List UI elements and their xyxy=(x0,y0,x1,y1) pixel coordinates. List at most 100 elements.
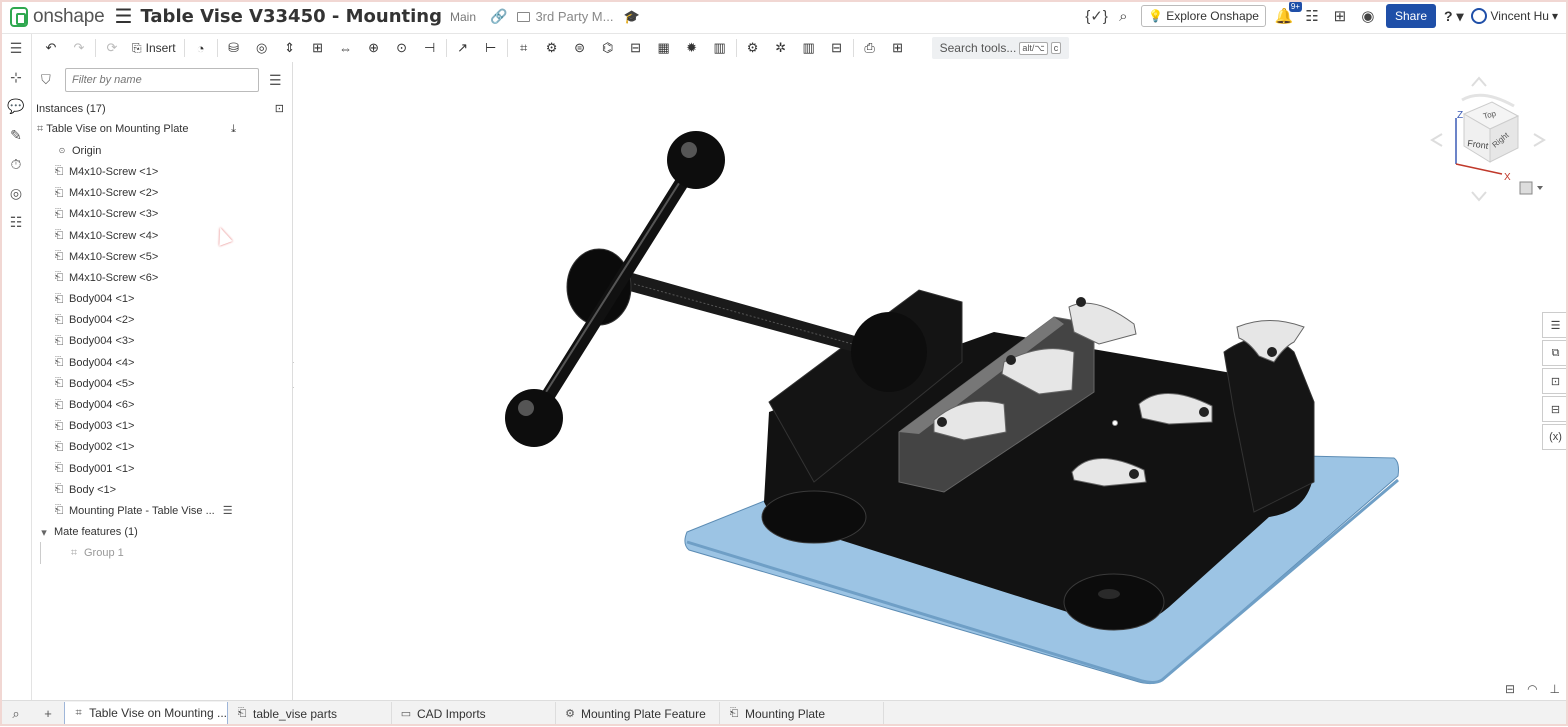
search-icon[interactable]: ⌕ xyxy=(1113,8,1133,25)
tree-item-origin[interactable]: ⊙ Origin xyxy=(33,140,292,161)
bom-icon[interactable]: ☷ xyxy=(0,208,32,237)
add-folder-icon[interactable]: ⊡ xyxy=(275,102,284,115)
user-menu[interactable]: Vincent Hu ▾ xyxy=(1471,8,1558,24)
notifications-bell-icon[interactable]: 🔔 9+ xyxy=(1274,1,1302,25)
tree-item-mate-features[interactable]: ▾ Mate features (1) xyxy=(33,522,292,543)
explode-icon[interactable]: ✹ xyxy=(678,36,706,60)
group-icon[interactable]: ⌗ xyxy=(510,36,538,60)
tree-item-part[interactable]: ⎗ Body001 <1> xyxy=(33,458,292,479)
measure-icon[interactable]: ▥ xyxy=(795,36,823,60)
configurations-icon[interactable]: ⊡ xyxy=(1542,368,1568,394)
section-icon[interactable]: ⊥ xyxy=(1550,682,1560,696)
search-tabs-icon[interactable]: ⌕ xyxy=(0,701,32,727)
tree-item-part[interactable]: ⎗ M4x10-Screw <3> xyxy=(33,204,292,225)
section-view-icon[interactable]: ▥ xyxy=(706,36,734,60)
tangent-mate-icon[interactable]: ↗ xyxy=(449,36,477,60)
tab-feature-studio[interactable]: ⚙ Mounting Plate Feature xyxy=(556,701,720,726)
tree-item-part[interactable]: ⎗ M4x10-Screw <5> xyxy=(33,246,292,267)
search-tools-input[interactable]: Search tools... alt/⌥ c xyxy=(931,37,1070,59)
pin-slot-mate-icon[interactable]: ⊕ xyxy=(360,36,388,60)
tree-item-part[interactable]: ⎗ M4x10-Screw <4> xyxy=(33,225,292,246)
pattern-icon[interactable]: ▦ xyxy=(650,36,678,60)
rack-pinion-icon[interactable]: ⊜ xyxy=(566,36,594,60)
tree-item-part[interactable]: ⎗ Body004 <3> xyxy=(33,331,292,352)
variable-icon[interactable]: {✓} xyxy=(1085,7,1108,25)
mass-properties-icon[interactable]: ⊟ xyxy=(823,36,851,60)
planar-mate-icon[interactable]: ⊞ xyxy=(304,36,332,60)
tree-item-part[interactable]: ⎗ Body002 <1> xyxy=(33,437,292,458)
onshape-logo[interactable]: onshape xyxy=(10,6,105,28)
tree-item-part[interactable]: ⎗ M4x10-Screw <2> xyxy=(33,183,292,204)
redo-icon[interactable]: ↷ xyxy=(65,36,93,60)
tree-item-part[interactable]: ⎗ Mounting Plate - Table Vise ... ☰ xyxy=(33,500,292,521)
linear-relation-icon[interactable]: ⊟ xyxy=(622,36,650,60)
tree-item-part[interactable]: ⎗ M4x10-Screw <6> xyxy=(33,267,292,288)
add-tab-icon[interactable]: + xyxy=(32,701,64,727)
tab-part-studio[interactable]: ⎗ table_vise parts xyxy=(228,701,392,726)
tree-item-part[interactable]: ⎗ Body004 <2> xyxy=(33,310,292,331)
download-icon[interactable]: ⤓ xyxy=(231,123,236,136)
list-view-icon[interactable]: ☰ xyxy=(269,72,282,89)
properties-icon[interactable]: ☰ xyxy=(1542,312,1568,338)
vise-model[interactable] xyxy=(294,62,1568,700)
mate-connector-icon[interactable]: ⊹ xyxy=(0,63,32,92)
fastened-mate-icon[interactable]: ⛁ xyxy=(220,36,248,60)
custom-feature-icon[interactable]: ⎙ xyxy=(856,36,884,60)
share-button[interactable]: Share xyxy=(1385,4,1436,28)
gear-icon[interactable]: ✲ xyxy=(767,36,795,60)
parts-list-icon[interactable]: ⊟ xyxy=(1542,396,1568,422)
tree-item-assembly[interactable]: ⌗ Table Vise on Mounting Plate ⤓ xyxy=(33,119,292,140)
filter-icon[interactable]: ⛉ xyxy=(41,72,55,88)
settings-icon[interactable]: ⚙ xyxy=(739,36,767,60)
tab-folder[interactable]: ▭ CAD Imports xyxy=(392,701,556,726)
help-icon[interactable]: ? ▾ xyxy=(1444,8,1463,25)
link-icon[interactable]: 🔗 xyxy=(490,8,507,25)
view-cube[interactable]: Z X Top Front Right xyxy=(1422,74,1552,204)
cylindrical-mate-icon[interactable]: ⇔ xyxy=(332,36,360,60)
tree-item-group[interactable]: ⌗ Group 1 xyxy=(33,543,292,564)
branch-label[interactable]: Main xyxy=(450,10,476,24)
view-mode-icon[interactable]: ⊟ xyxy=(1505,682,1515,696)
tree-item-part[interactable]: ⎗ Body004 <1> xyxy=(33,289,292,310)
tree-item-part[interactable]: ⎗ Body003 <1> xyxy=(33,416,292,437)
gear-relation-icon[interactable]: ⚙ xyxy=(538,36,566,60)
variable-studio-icon[interactable]: ⊞ xyxy=(884,36,912,60)
folder-breadcrumb[interactable]: 3rd Party M... xyxy=(517,9,613,24)
comments-icon[interactable]: 💬 xyxy=(0,92,32,121)
graduation-cap-icon[interactable]: 🎓 xyxy=(623,9,639,25)
regenerate-icon[interactable]: ⟳ xyxy=(98,36,126,60)
insert-button[interactable]: ⎘ Insert xyxy=(126,41,182,56)
tree-item-part[interactable]: ⎗ Body <1> xyxy=(33,479,292,500)
revolute-mate-icon[interactable]: ◎ xyxy=(248,36,276,60)
feature-list-icon[interactable]: ☰ xyxy=(0,34,32,63)
width-mate-icon[interactable]: ⊢ xyxy=(477,36,505,60)
apps-icon[interactable]: ⊞ xyxy=(1330,7,1350,25)
section-hatch-icon[interactable]: ☰ xyxy=(223,504,233,517)
appearance-icon[interactable]: ◎ xyxy=(0,179,32,208)
replicate-icon[interactable]: ◔ xyxy=(187,36,215,60)
notes-icon[interactable]: ✎ xyxy=(0,121,32,150)
parallel-mate-icon[interactable]: ⊣ xyxy=(416,36,444,60)
document-title[interactable]: Table Vise V33450 - Mounting xyxy=(140,6,442,27)
view-cube-graphic[interactable]: Z X Top Front Right xyxy=(1422,74,1552,204)
undo-icon[interactable]: ↶ xyxy=(37,36,65,60)
tab-part-studio[interactable]: ⎗ Mounting Plate xyxy=(720,701,884,726)
tab-assembly[interactable]: ⌗ Table Vise on Mounting ... xyxy=(64,701,228,726)
tree-item-part[interactable]: ⎗ Body004 <4> xyxy=(33,352,292,373)
appearances-icon[interactable]: ⧉ xyxy=(1542,340,1568,366)
tree-item-part[interactable]: ⎗ M4x10-Screw <1> xyxy=(33,161,292,182)
explore-onshape-button[interactable]: 💡 Explore Onshape xyxy=(1141,5,1266,27)
menu-icon[interactable]: ☰ xyxy=(115,4,133,29)
variables-icon[interactable]: (x) xyxy=(1542,424,1568,450)
graphics-viewport[interactable]: Z X Top Front Right ☰ ⧉ ⊡ ⊟ (x) ⊟ ◠ ⊥ xyxy=(294,62,1568,700)
release-icon[interactable]: ☷ xyxy=(1302,7,1322,25)
shaded-mode-icon[interactable]: ◠ xyxy=(1527,682,1537,696)
filter-input[interactable] xyxy=(65,68,259,92)
ball-mate-icon[interactable]: ⊙ xyxy=(388,36,416,60)
animation-icon[interactable]: ⏱ xyxy=(0,150,32,179)
tree-item-part[interactable]: ⎗ Body004 <6> xyxy=(33,394,292,415)
screw-relation-icon[interactable]: ⌬ xyxy=(594,36,622,60)
slider-mate-icon[interactable]: ⇕ xyxy=(276,36,304,60)
tree-item-part[interactable]: ⎗ Body004 <5> xyxy=(33,373,292,394)
learning-icon[interactable]: ◉ xyxy=(1358,7,1378,25)
